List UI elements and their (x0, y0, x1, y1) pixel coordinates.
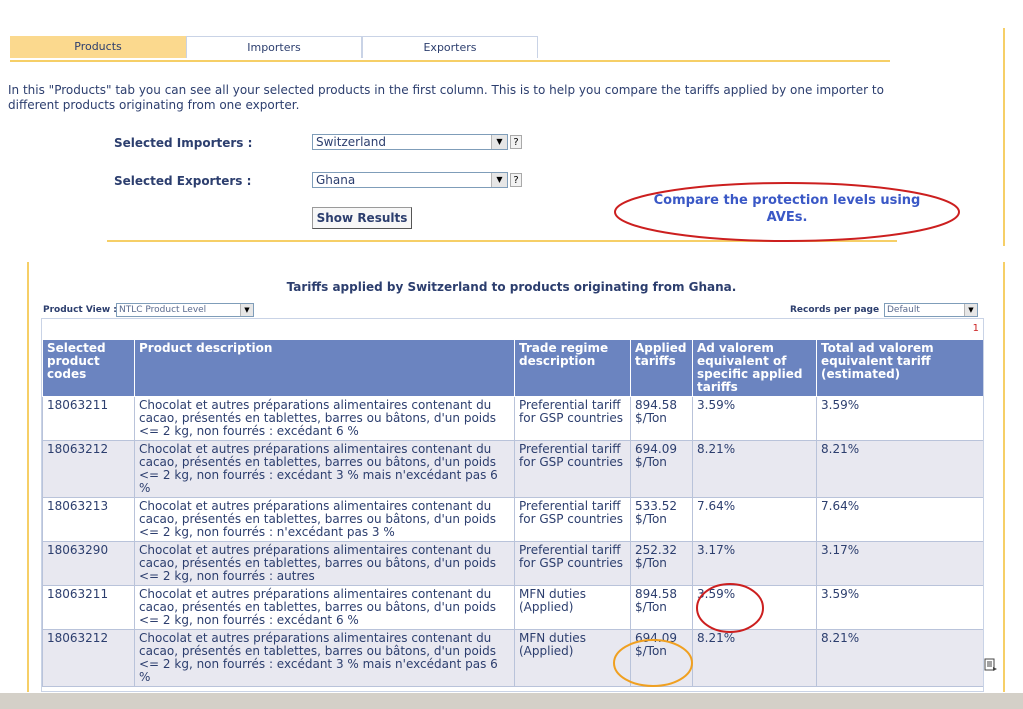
importers-select[interactable]: Switzerland ▼ (312, 134, 508, 150)
importers-select-value: Switzerland (316, 135, 386, 149)
cell-code: 18063290 (42, 541, 135, 586)
highlight-circle-orange (613, 639, 693, 687)
cell-description: Chocolat et autres préparations alimenta… (134, 497, 515, 542)
page-number[interactable]: 1 (973, 323, 979, 334)
table-row: 18063211 Chocolat et autres préparations… (42, 396, 983, 441)
left-border-line-lower (27, 262, 29, 692)
cell-total: 3.59% (816, 585, 983, 630)
records-per-page-select[interactable]: Default ▼ (884, 303, 978, 317)
export-icon[interactable] (984, 658, 998, 672)
horizontal-scrollbar[interactable] (0, 692, 1023, 709)
cell-total: 3.59% (816, 396, 983, 441)
tab-products[interactable]: Products (10, 36, 186, 58)
exporters-select-value: Ghana (316, 173, 356, 187)
right-border-line (1003, 28, 1005, 246)
cell-ave: 3.17% (692, 541, 817, 586)
tab-importers[interactable]: Importers (186, 36, 362, 58)
table-row: 18063212 Chocolat et autres préparations… (42, 629, 983, 687)
product-view-select[interactable]: NTLC Product Level ▼ (116, 303, 254, 317)
cell-applied: 694.09 $/Ton (630, 440, 693, 498)
exporters-help-button[interactable]: ? (510, 173, 522, 187)
table-row: 18063212 Chocolat et autres préparations… (42, 440, 983, 498)
cell-ave: 8.21% (692, 629, 817, 687)
cell-description: Chocolat et autres préparations alimenta… (134, 440, 515, 498)
cell-applied: 894.58 $/Ton (630, 585, 693, 630)
product-view-label: Product View : (43, 305, 117, 315)
chevron-down-icon[interactable]: ▼ (491, 135, 507, 149)
importers-label: Selected Importers : (114, 136, 253, 150)
tab-bar: Products Importers Exporters (10, 36, 890, 62)
cell-regime: Preferential tariff for GSP countries (514, 440, 631, 498)
table-title: Tariffs applied by Switzerland to produc… (286, 280, 737, 294)
cell-code: 18063211 (42, 585, 135, 630)
cell-regime: MFN duties (Applied) (514, 585, 631, 630)
cell-code: 18063212 (42, 440, 135, 498)
cell-description: Chocolat et autres préparations alimenta… (134, 541, 515, 586)
cell-ave: 7.64% (692, 497, 817, 542)
records-per-page-value: Default (887, 305, 920, 315)
tariff-table-container: 1 Selected product codes Product descrip… (41, 318, 984, 692)
chevron-down-icon[interactable]: ▼ (964, 304, 977, 316)
cell-code: 18063211 (42, 396, 135, 441)
cell-applied: 894.58 $/Ton (630, 396, 693, 441)
header-ave-specific[interactable]: Ad valorem equivalent of specific applie… (692, 339, 817, 397)
tariff-table: Selected product codes Product descripti… (42, 339, 983, 687)
cell-total: 8.21% (816, 440, 983, 498)
annotation-text: Compare the protection levels using AVEs… (653, 193, 921, 225)
cell-code: 18063213 (42, 497, 135, 542)
tab-exporters[interactable]: Exporters (362, 36, 538, 58)
cell-regime: Preferential tariff for GSP countries (514, 541, 631, 586)
highlight-circle-red (696, 583, 764, 633)
exporters-select[interactable]: Ghana ▼ (312, 172, 508, 188)
product-view-value: NTLC Product Level (119, 305, 207, 315)
cell-total: 3.17% (816, 541, 983, 586)
table-row: 18063211 Chocolat et autres préparations… (42, 585, 983, 630)
header-product-codes[interactable]: Selected product codes (42, 339, 135, 397)
table-row: 18063290 Chocolat et autres préparations… (42, 541, 983, 586)
chevron-down-icon[interactable]: ▼ (491, 173, 507, 187)
show-results-button[interactable]: Show Results (312, 207, 412, 229)
cell-applied: 252.32 $/Ton (630, 541, 693, 586)
header-trade-regime[interactable]: Trade regime description (514, 339, 631, 397)
header-product-description[interactable]: Product description (134, 339, 515, 397)
right-border-line-lower (1003, 262, 1005, 692)
cell-code: 18063212 (42, 629, 135, 687)
importers-help-button[interactable]: ? (510, 135, 522, 149)
tab-underline (10, 60, 890, 62)
cell-total: 7.64% (816, 497, 983, 542)
cell-regime: Preferential tariff for GSP countries (514, 396, 631, 441)
chevron-down-icon[interactable]: ▼ (240, 304, 253, 316)
cell-description: Chocolat et autres préparations alimenta… (134, 585, 515, 630)
records-per-page-label: Records per page (790, 305, 880, 315)
table-header-row: Selected product codes Product descripti… (42, 339, 983, 397)
cell-ave: 3.59% (692, 396, 817, 441)
header-applied-tariffs[interactable]: Applied tariffs (630, 339, 693, 397)
exporters-label: Selected Exporters : (114, 174, 252, 188)
cell-total: 8.21% (816, 629, 983, 687)
cell-ave: 8.21% (692, 440, 817, 498)
cell-description: Chocolat et autres préparations alimenta… (134, 629, 515, 687)
intro-text: In this "Products" tab you can see all y… (8, 83, 884, 112)
cell-applied: 533.52 $/Ton (630, 497, 693, 542)
table-row: 18063213 Chocolat et autres préparations… (42, 497, 983, 542)
header-total-ave[interactable]: Total ad valorem equivalent tariff (esti… (816, 339, 983, 397)
cell-regime: Preferential tariff for GSP countries (514, 497, 631, 542)
cell-description: Chocolat et autres préparations alimenta… (134, 396, 515, 441)
